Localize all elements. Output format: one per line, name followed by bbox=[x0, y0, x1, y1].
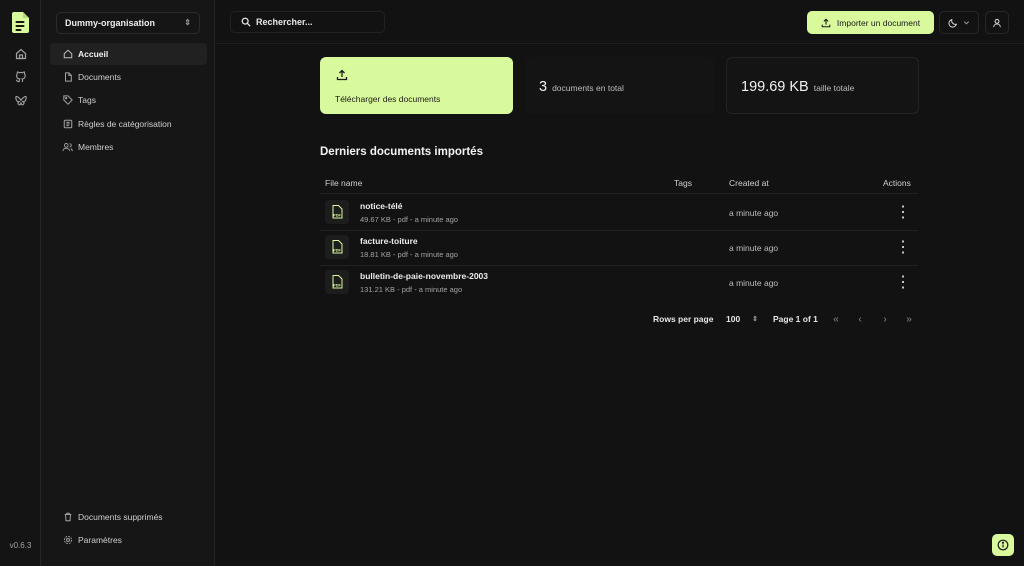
chevron-up-down-icon: ⇕ bbox=[184, 18, 191, 27]
bluesky-icon[interactable] bbox=[12, 92, 29, 109]
pdf-file-icon: PDF bbox=[325, 200, 349, 224]
import-document-button[interactable]: Importer un document bbox=[807, 11, 934, 34]
table-row-file-meta: 18.81 KB - pdf - a minute ago bbox=[360, 250, 458, 259]
upload-documents-card[interactable]: Télécharger des documents bbox=[320, 57, 513, 114]
user-icon bbox=[992, 18, 1002, 28]
info-button[interactable] bbox=[992, 534, 1014, 556]
document-count-label: documents en total bbox=[552, 83, 624, 93]
column-header-actions: Actions bbox=[883, 178, 911, 188]
page-info: Page 1 of 1 bbox=[773, 314, 818, 324]
chevron-left-icon: ‹ bbox=[858, 313, 862, 325]
svg-text:PDF: PDF bbox=[333, 214, 341, 218]
app-version: v0.6.3 bbox=[9, 541, 32, 550]
recent-documents-title: Derniers documents importés bbox=[320, 146, 483, 158]
organisation-name: Dummy-organisation bbox=[65, 18, 156, 28]
table-row-created-at: a minute ago bbox=[729, 278, 779, 288]
github-icon[interactable] bbox=[12, 68, 29, 85]
chevrons-left-icon: « bbox=[833, 313, 839, 325]
table-row-file-name[interactable]: facture-toiture bbox=[360, 236, 418, 246]
table-row-file-name[interactable]: bulletin-de-paie-novembre-2003 bbox=[360, 271, 488, 281]
table-row-created-at: a minute ago bbox=[729, 208, 779, 218]
sidebar-item-regles[interactable]: Règles de catégorisation bbox=[50, 113, 207, 135]
sidebar-item-accueil[interactable]: Accueil bbox=[50, 43, 207, 65]
chevron-up-down-icon: ⇕ bbox=[752, 316, 758, 323]
pdf-file-icon: PDF bbox=[325, 270, 349, 294]
document-count: 3 bbox=[539, 79, 548, 95]
upload-icon bbox=[336, 69, 348, 81]
upload-documents-label: Télécharger des documents bbox=[335, 94, 441, 104]
trash-icon bbox=[62, 512, 73, 523]
file-icon bbox=[62, 72, 73, 83]
chevron-down-icon bbox=[963, 19, 970, 26]
sidebar-item-documents-supprimes[interactable]: Documents supprimés bbox=[50, 506, 207, 528]
import-document-label: Importer un document bbox=[836, 17, 921, 28]
sidebar-item-parametres[interactable]: Paramètres bbox=[50, 529, 207, 551]
first-page-button[interactable]: « bbox=[828, 311, 844, 327]
sidebar-item-label: Tags bbox=[78, 95, 96, 105]
table-row-file-name[interactable]: notice-télé bbox=[360, 201, 403, 211]
sidebar-item-label: Paramètres bbox=[78, 535, 122, 545]
sidebar-item-tags[interactable]: Tags bbox=[50, 89, 207, 111]
rules-icon bbox=[62, 119, 73, 130]
user-menu-button[interactable] bbox=[985, 11, 1009, 34]
pdf-file-icon: PDF bbox=[325, 235, 349, 259]
column-header-tags: Tags bbox=[674, 178, 692, 188]
svg-text:PDF: PDF bbox=[333, 249, 341, 253]
search-placeholder: Rechercher... bbox=[256, 17, 313, 27]
organisation-switcher[interactable]: Dummy-organisation ⇕ bbox=[56, 12, 200, 34]
total-size: 199.69 KB bbox=[741, 79, 809, 95]
upload-icon bbox=[821, 17, 831, 28]
last-page-button[interactable]: » bbox=[901, 311, 917, 327]
sidebar-item-membres[interactable]: Membres bbox=[50, 136, 207, 158]
sidebar-item-label: Règles de catégorisation bbox=[78, 119, 172, 129]
total-size-label: taille totale bbox=[813, 83, 855, 93]
search-input[interactable]: Rechercher... bbox=[230, 11, 385, 33]
chevrons-right-icon: » bbox=[906, 313, 912, 325]
column-header-created-at: Created at bbox=[729, 178, 769, 188]
home-icon[interactable] bbox=[12, 45, 29, 62]
theme-toggle-button[interactable] bbox=[939, 11, 979, 34]
document-count-card: 3 documents en total bbox=[525, 57, 715, 114]
next-page-button[interactable]: › bbox=[877, 311, 893, 327]
rows-per-page-value: 100 bbox=[726, 314, 741, 324]
tag-icon bbox=[62, 95, 73, 106]
users-icon bbox=[62, 142, 73, 153]
row-actions-menu-icon[interactable]: ⋮ bbox=[895, 274, 911, 291]
rows-per-page-label: Rows per page bbox=[653, 314, 714, 324]
rows-per-page-select[interactable]: 100 ⇕ bbox=[720, 310, 758, 328]
sidebar-item-documents[interactable]: Documents bbox=[50, 66, 207, 88]
top-bar: Rechercher... Importer un document bbox=[216, 0, 1024, 44]
info-icon bbox=[997, 539, 1009, 551]
gear-icon bbox=[62, 535, 73, 546]
table-row-created-at: a minute ago bbox=[729, 243, 779, 253]
chevron-right-icon: › bbox=[883, 313, 887, 325]
table-row-file-meta: 131.21 KB - pdf - a minute ago bbox=[360, 285, 463, 294]
row-actions-menu-icon[interactable]: ⋮ bbox=[895, 204, 911, 221]
sidebar-item-label: Membres bbox=[78, 142, 114, 152]
table-row-file-meta: 49.67 KB - pdf - a minute ago bbox=[360, 215, 458, 224]
moon-icon bbox=[948, 18, 958, 28]
table-divider bbox=[320, 193, 918, 194]
app-logo-icon[interactable] bbox=[10, 11, 31, 34]
sidebar-item-label: Accueil bbox=[78, 49, 109, 59]
table-divider bbox=[320, 230, 918, 231]
svg-text:PDF: PDF bbox=[333, 284, 341, 288]
sidebar-item-label: Documents bbox=[78, 72, 121, 82]
total-size-card: 199.69 KB taille totale bbox=[726, 57, 919, 114]
previous-page-button[interactable]: ‹ bbox=[852, 311, 868, 327]
home-icon bbox=[62, 49, 73, 60]
sidebar-item-label: Documents supprimés bbox=[78, 512, 163, 522]
search-icon bbox=[241, 17, 251, 27]
table-divider bbox=[320, 265, 918, 266]
sidebar: Dummy-organisation ⇕ Accueil Documents T… bbox=[41, 0, 215, 566]
row-actions-menu-icon[interactable]: ⋮ bbox=[895, 239, 911, 256]
icon-rail: v0.6.3 bbox=[0, 0, 41, 566]
column-header-file-name: File name bbox=[325, 178, 363, 188]
